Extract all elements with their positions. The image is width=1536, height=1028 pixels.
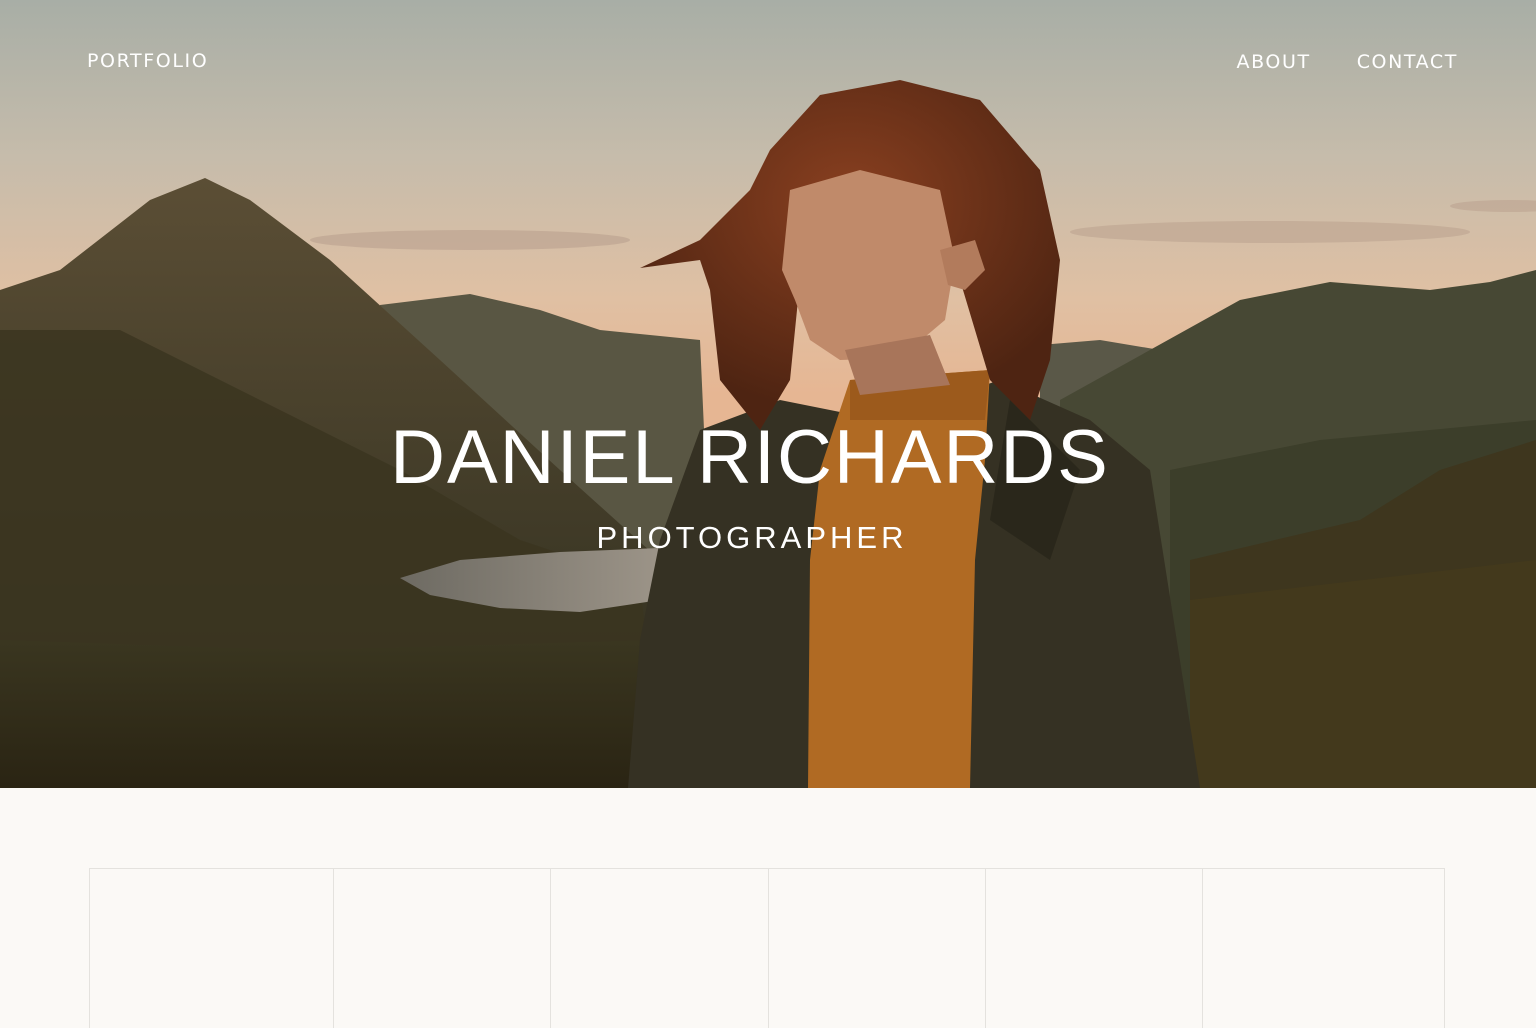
gallery-cell[interactable] — [90, 869, 333, 1028]
hero-title: DANIEL RICHARDS — [390, 415, 1110, 500]
nav-about-link[interactable]: ABOUT — [1237, 51, 1311, 73]
portfolio-logo-link[interactable]: PORTFOLIO — [87, 50, 208, 72]
top-nav: ABOUT CONTACT — [1237, 51, 1458, 73]
hero-section: PORTFOLIO ABOUT CONTACT DANIEL RICHARDS … — [0, 0, 1536, 788]
gallery-cell[interactable] — [1202, 869, 1444, 1028]
gallery-grid — [89, 868, 1445, 1028]
gallery-cell[interactable] — [767, 869, 985, 1028]
gallery-cell[interactable] — [332, 869, 551, 1028]
hero-subtitle: PHOTOGRAPHER — [596, 520, 908, 555]
hero-photo — [0, 0, 1536, 788]
gallery-cell[interactable] — [984, 869, 1203, 1028]
nav-contact-link[interactable]: CONTACT — [1357, 51, 1458, 73]
gallery-cell[interactable] — [550, 869, 768, 1028]
